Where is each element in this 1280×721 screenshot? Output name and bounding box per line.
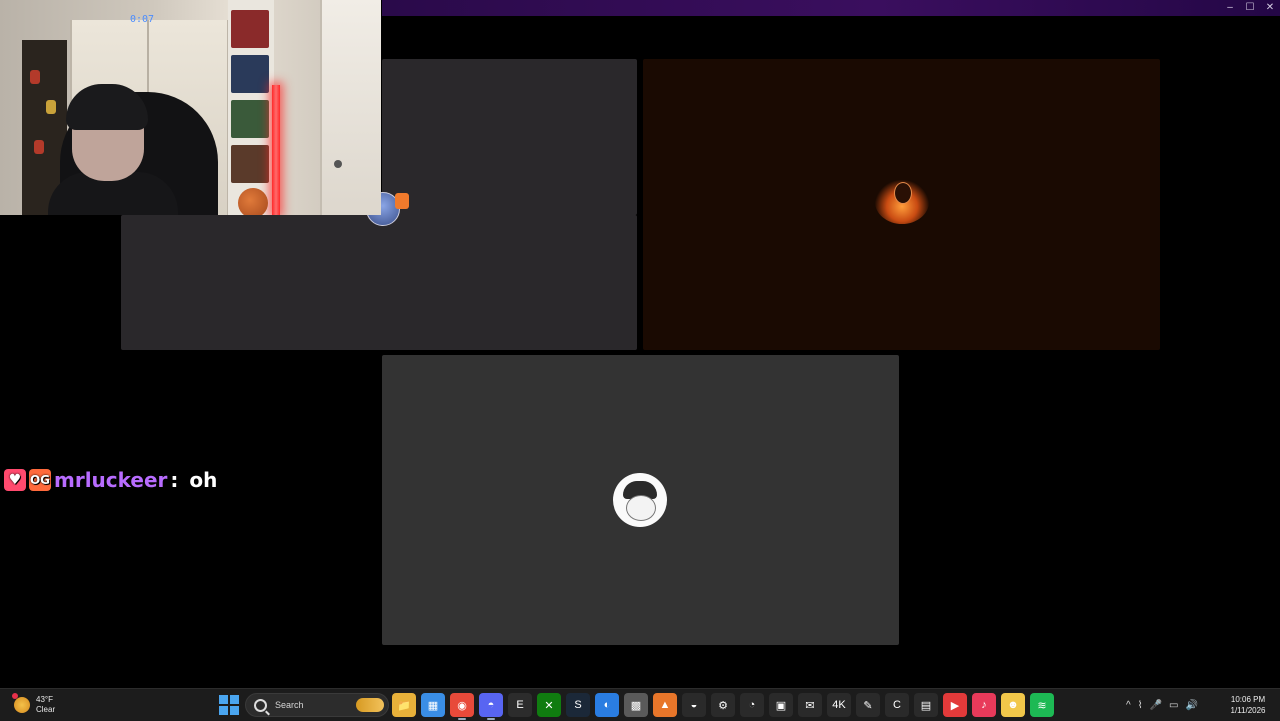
vlc-icon[interactable]: ▲ [653,693,677,717]
window-controls: – ☐ ✕ [1220,0,1280,16]
volume-icon[interactable]: 🔊 [1186,700,1198,711]
ceiling-text: 0:07 [130,14,155,25]
og-badge-icon: OG [29,469,51,491]
browser-icon[interactable]: ◐ [595,693,619,717]
window-title-bar: – ☐ ✕ [382,0,1280,16]
weather-temp: 43°F [36,695,53,704]
weather-icon [12,693,30,713]
taskbar-clock[interactable]: 10:06 PM 1/11/2026 [1222,694,1274,716]
mic-icon[interactable]: 🎤 [1150,700,1162,711]
emoji-icon[interactable]: ☻ [1001,693,1025,717]
system-tray: ^ ⌇ 🎤 ▭ 🔊 [1126,697,1198,713]
file-explorer-icon[interactable]: 📁 [392,693,416,717]
xbox-icon[interactable]: ✕ [537,693,561,717]
discord-icon[interactable]: ◓ [479,693,503,720]
minecraft-icon[interactable]: ▩ [624,693,648,717]
weather-condition: Clear [36,705,56,714]
participant-avatar-3 [613,473,667,527]
edge-icon[interactable]: C [885,693,909,717]
clock-date: 1/11/2026 [1230,706,1266,715]
heart-badge-icon: ♥ [4,469,26,491]
room-door [320,0,381,215]
chat-colon: : [170,468,179,492]
youtube-icon[interactable]: ▶ [943,693,967,717]
spotify-icon[interactable]: ≋ [1030,693,1054,717]
search-label: Search [275,700,304,710]
terminal-icon[interactable]: ▣ [769,693,793,717]
store-icon[interactable]: ▦ [421,693,445,717]
bag-icon[interactable]: ▤ [914,693,938,717]
tray-chevron-icon[interactable]: ^ [1126,700,1131,711]
mail-icon[interactable]: ✉ [798,693,822,717]
webcam-overlay: 0:07 [0,0,381,215]
chrome-icon[interactable]: ◉ [450,693,474,720]
network-icon[interactable]: ⌇ [1138,700,1143,711]
search-highlight-icon [356,698,384,712]
clock-time: 10:06 PM [1230,695,1266,704]
start-button[interactable] [218,694,240,716]
tool-icon[interactable]: ✎ [856,693,880,717]
4k-icon[interactable]: 4K [827,693,851,717]
taskbar-search[interactable]: Search [245,693,389,717]
display-icon[interactable]: ▭ [1169,700,1178,711]
participant-tile-1-upper[interactable] [382,59,637,215]
search-icon [254,698,267,712]
music-icon[interactable]: ♪ [972,693,996,717]
weather-widget[interactable]: 43°F Clear [12,692,56,718]
maximize-button[interactable]: ☐ [1240,0,1260,16]
epic-games-icon[interactable]: E [508,693,532,717]
timer-icon[interactable]: ◔ [740,693,764,717]
obs-icon[interactable]: ◒ [682,693,706,717]
chat-message: ♥ OG mrluckeer: oh [4,468,217,492]
minimize-button[interactable]: – [1220,0,1240,16]
close-button[interactable]: ✕ [1260,0,1280,16]
led-light [272,85,280,215]
taskbar: 43°F Clear Search 📁 ▦ ◉ ◓ E ✕ S ◐ ▩ ▲ ◒ ⚙ ◔ ▣ ✉ 4K ✎ C ▤ ▶ ♪… [0,688,1280,721]
chat-username: mrluckeer [54,468,168,492]
participant-tile-1[interactable] [121,215,637,350]
settings-icon[interactable]: ⚙ [711,693,735,717]
basketball [238,188,268,215]
steam-icon[interactable]: S [566,693,590,717]
poster-wall [228,0,274,215]
participant-avatar-2 [875,180,929,224]
taskbar-apps: 📁 ▦ ◉ ◓ E ✕ S ◐ ▩ ▲ ◒ ⚙ ◔ ▣ ✉ 4K ✎ C ▤ ▶ ♪ ☻ ≋ [392,693,1054,720]
chat-text: oh [189,468,218,492]
